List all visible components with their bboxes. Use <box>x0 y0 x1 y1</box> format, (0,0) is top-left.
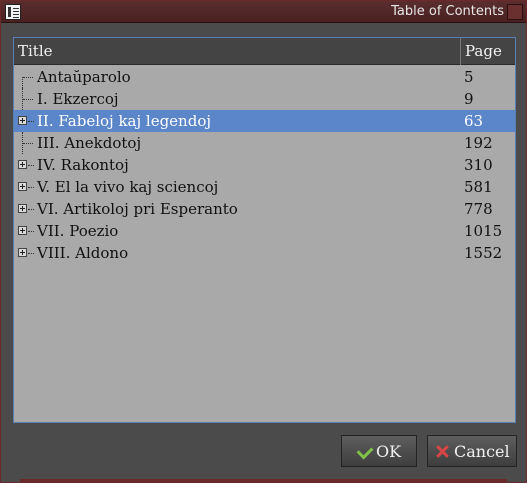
tree-row[interactable]: VI. Artikoloj pri Esperanto 778 <box>14 198 515 220</box>
tree-line <box>22 77 23 88</box>
row-page: 310 <box>464 156 493 174</box>
app-menu-icon[interactable] <box>5 4 21 20</box>
column-separator[interactable] <box>460 38 461 65</box>
ok-button[interactable]: OK <box>341 435 417 467</box>
tree-row[interactable]: III. Anekdotoj 192 <box>14 132 515 154</box>
checkmark-icon <box>356 443 372 459</box>
tree-row[interactable]: VIII. Aldono 1552 <box>14 242 515 264</box>
cancel-x-icon <box>434 443 450 459</box>
toc-dialog: Table of Contents Title Page Antaŭparolo… <box>0 0 527 483</box>
expand-icon[interactable] <box>18 204 27 213</box>
tree-line <box>28 187 34 188</box>
row-title: VIII. Aldono <box>37 244 129 262</box>
tree-line <box>28 253 34 254</box>
window-title: Table of Contents <box>391 4 504 19</box>
close-icon[interactable] <box>507 4 523 20</box>
row-title: II. Fabeloj kaj legendoj <box>37 112 211 130</box>
row-page: 63 <box>464 112 484 130</box>
row-title: V. El la vivo kaj sciencoj <box>37 178 219 196</box>
tree-line <box>28 165 34 166</box>
tree-row[interactable]: VII. Poezio 1015 <box>14 220 515 242</box>
tree-row[interactable]: V. El la vivo kaj sciencoj 581 <box>14 176 515 198</box>
tree-line <box>23 77 33 78</box>
window-bottom-edge <box>20 479 507 483</box>
toc-tree[interactable]: Title Page Antaŭparolo 5 I. Ekzercoj 9 I… <box>13 37 516 423</box>
row-page: 778 <box>464 200 493 218</box>
tree-line <box>23 143 33 144</box>
tree-row[interactable]: I. Ekzercoj 9 <box>14 88 515 110</box>
expand-icon[interactable] <box>18 116 27 125</box>
column-header-title[interactable]: Title <box>18 42 53 60</box>
tree-line <box>28 231 34 232</box>
cancel-label: Cancel <box>454 441 510 461</box>
cancel-button[interactable]: Cancel <box>427 435 517 467</box>
tree-row-selected[interactable]: II. Fabeloj kaj legendoj 63 <box>14 110 515 132</box>
tree-line <box>28 209 34 210</box>
ok-label: OK <box>376 441 402 461</box>
tree-header: Title Page <box>14 38 515 65</box>
column-header-page[interactable]: Page <box>465 42 502 60</box>
expand-icon[interactable] <box>18 248 27 257</box>
expand-icon[interactable] <box>18 226 27 235</box>
tree-line <box>23 99 33 100</box>
row-page: 9 <box>464 90 474 108</box>
row-page: 5 <box>464 68 474 86</box>
row-title: I. Ekzercoj <box>37 90 119 108</box>
row-title: VI. Artikoloj pri Esperanto <box>37 200 238 218</box>
row-page: 1015 <box>464 222 503 240</box>
tree-row[interactable]: Antaŭparolo 5 <box>14 66 515 88</box>
row-page: 1552 <box>464 244 503 262</box>
expand-icon[interactable] <box>18 160 27 169</box>
row-title: VII. Poezio <box>37 222 119 240</box>
row-page: 581 <box>464 178 493 196</box>
tree-rows: Antaŭparolo 5 I. Ekzercoj 9 II. Fabeloj … <box>14 66 515 264</box>
row-title: Antaŭparolo <box>37 68 131 86</box>
row-title: IV. Rakontoj <box>37 156 129 174</box>
title-bar[interactable]: Table of Contents <box>1 1 526 23</box>
row-title: III. Anekdotoj <box>37 134 142 152</box>
tree-line <box>28 121 34 122</box>
expand-icon[interactable] <box>18 182 27 191</box>
row-page: 192 <box>464 134 493 152</box>
tree-row[interactable]: IV. Rakontoj 310 <box>14 154 515 176</box>
